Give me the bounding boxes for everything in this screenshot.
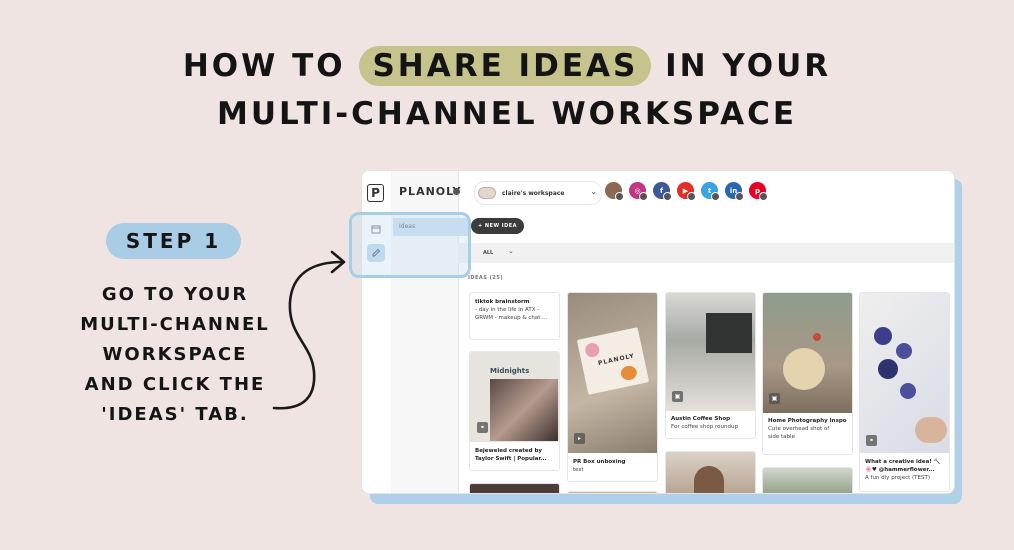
headline-pre: HOW TO (182, 48, 346, 84)
pr-box: PLANOLY (576, 327, 650, 395)
image-icon: ▣ (769, 393, 780, 404)
side-table (783, 348, 825, 390)
workspace-selector[interactable]: claire's workspace ⌄ (474, 181, 602, 205)
idea-card[interactable] (665, 451, 756, 493)
headline-line-2: MULTI-CHANNEL WORKSPACE (216, 96, 798, 132)
filter-select[interactable]: ALL (483, 250, 493, 256)
step-line: 'IDEAS' TAB. (101, 404, 249, 425)
idea-card[interactable]: PLANOLY ▸ PR Box unboxing test (567, 292, 658, 482)
twitter-icon[interactable]: t (701, 182, 720, 201)
idea-card[interactable]: tiktok brainstorm - day in the life in A… (469, 292, 560, 340)
step-line: AND CLICK THE (84, 374, 266, 395)
link-icon: ⚭ (866, 435, 877, 446)
filter-bar: ALL ⌄ (458, 243, 954, 263)
idea-card[interactable] (762, 467, 853, 493)
facebook-icon[interactable]: f (653, 182, 672, 201)
instagram-icon[interactable]: ◎ (629, 182, 648, 201)
card-image: ▣ (666, 293, 755, 411)
idea-card[interactable]: Midnights ⚭ Bejeweled created by Taylor … (469, 351, 560, 471)
card-image (568, 492, 657, 493)
step-line: GO TO YOUR (101, 284, 249, 305)
channel-list: ◎ f ▶ t in p (605, 182, 768, 201)
pinterest-icon[interactable]: p (749, 182, 768, 201)
step-line: WORKSPACE (102, 344, 248, 365)
album-title: Midnights (490, 367, 530, 375)
ideas-tab-highlight (349, 212, 471, 278)
step-badge: STEP 1 (106, 223, 241, 259)
new-idea-button[interactable]: + NEW IDEA (471, 218, 524, 234)
curved-arrow-icon (272, 250, 346, 410)
idea-card[interactable]: ▣ Austin Coffee Shop For coffee shop rou… (665, 292, 756, 439)
card-image: PLANOLY ▸ (568, 293, 657, 453)
headline-line-1: HOW TO SHARE IDEAS IN YOUR (0, 46, 1014, 86)
window-image (706, 313, 752, 353)
youtube-icon[interactable]: ▶ (677, 182, 696, 201)
linkedin-icon[interactable]: in (725, 182, 744, 201)
chevron-down-icon[interactable]: ⌄ (508, 247, 514, 255)
idea-card[interactable]: ▣ Home Photography Inspo Cute overhead s… (762, 292, 853, 455)
person-image (694, 466, 724, 493)
card-image: ⚭ (860, 293, 949, 453)
headline-post: IN YOUR (665, 48, 832, 84)
info-icon[interactable] (453, 188, 460, 195)
workspace-avatar (478, 187, 496, 199)
step-line: MULTI-CHANNEL (80, 314, 270, 335)
card-image (763, 468, 852, 493)
profile-avatar[interactable] (605, 182, 624, 201)
image-icon: ▣ (672, 391, 683, 402)
link-icon: ⚭ (477, 422, 488, 433)
ideas-count: IDEAS (25) (468, 275, 504, 281)
album-art (490, 379, 558, 441)
idea-card[interactable]: ⚭ What a creative idea! 🔨 🌸♥ @hammerflow… (859, 292, 950, 492)
idea-card[interactable] (469, 483, 560, 493)
card-image: ▣ (763, 293, 852, 413)
video-icon: ▸ (574, 433, 585, 444)
card-image (666, 452, 755, 493)
card-image: Midnights ⚭ (470, 352, 559, 442)
planoly-logo-icon[interactable]: P (367, 184, 384, 202)
chevron-down-icon: ⌄ (590, 187, 597, 196)
idea-card[interactable] (567, 491, 658, 493)
step-instructions: GO TO YOUR MULTI-CHANNEL WORKSPACE AND C… (66, 280, 284, 430)
card-image (470, 484, 559, 493)
workspace-name: claire's workspace (502, 189, 565, 197)
headline-highlight: SHARE IDEAS (359, 46, 652, 86)
